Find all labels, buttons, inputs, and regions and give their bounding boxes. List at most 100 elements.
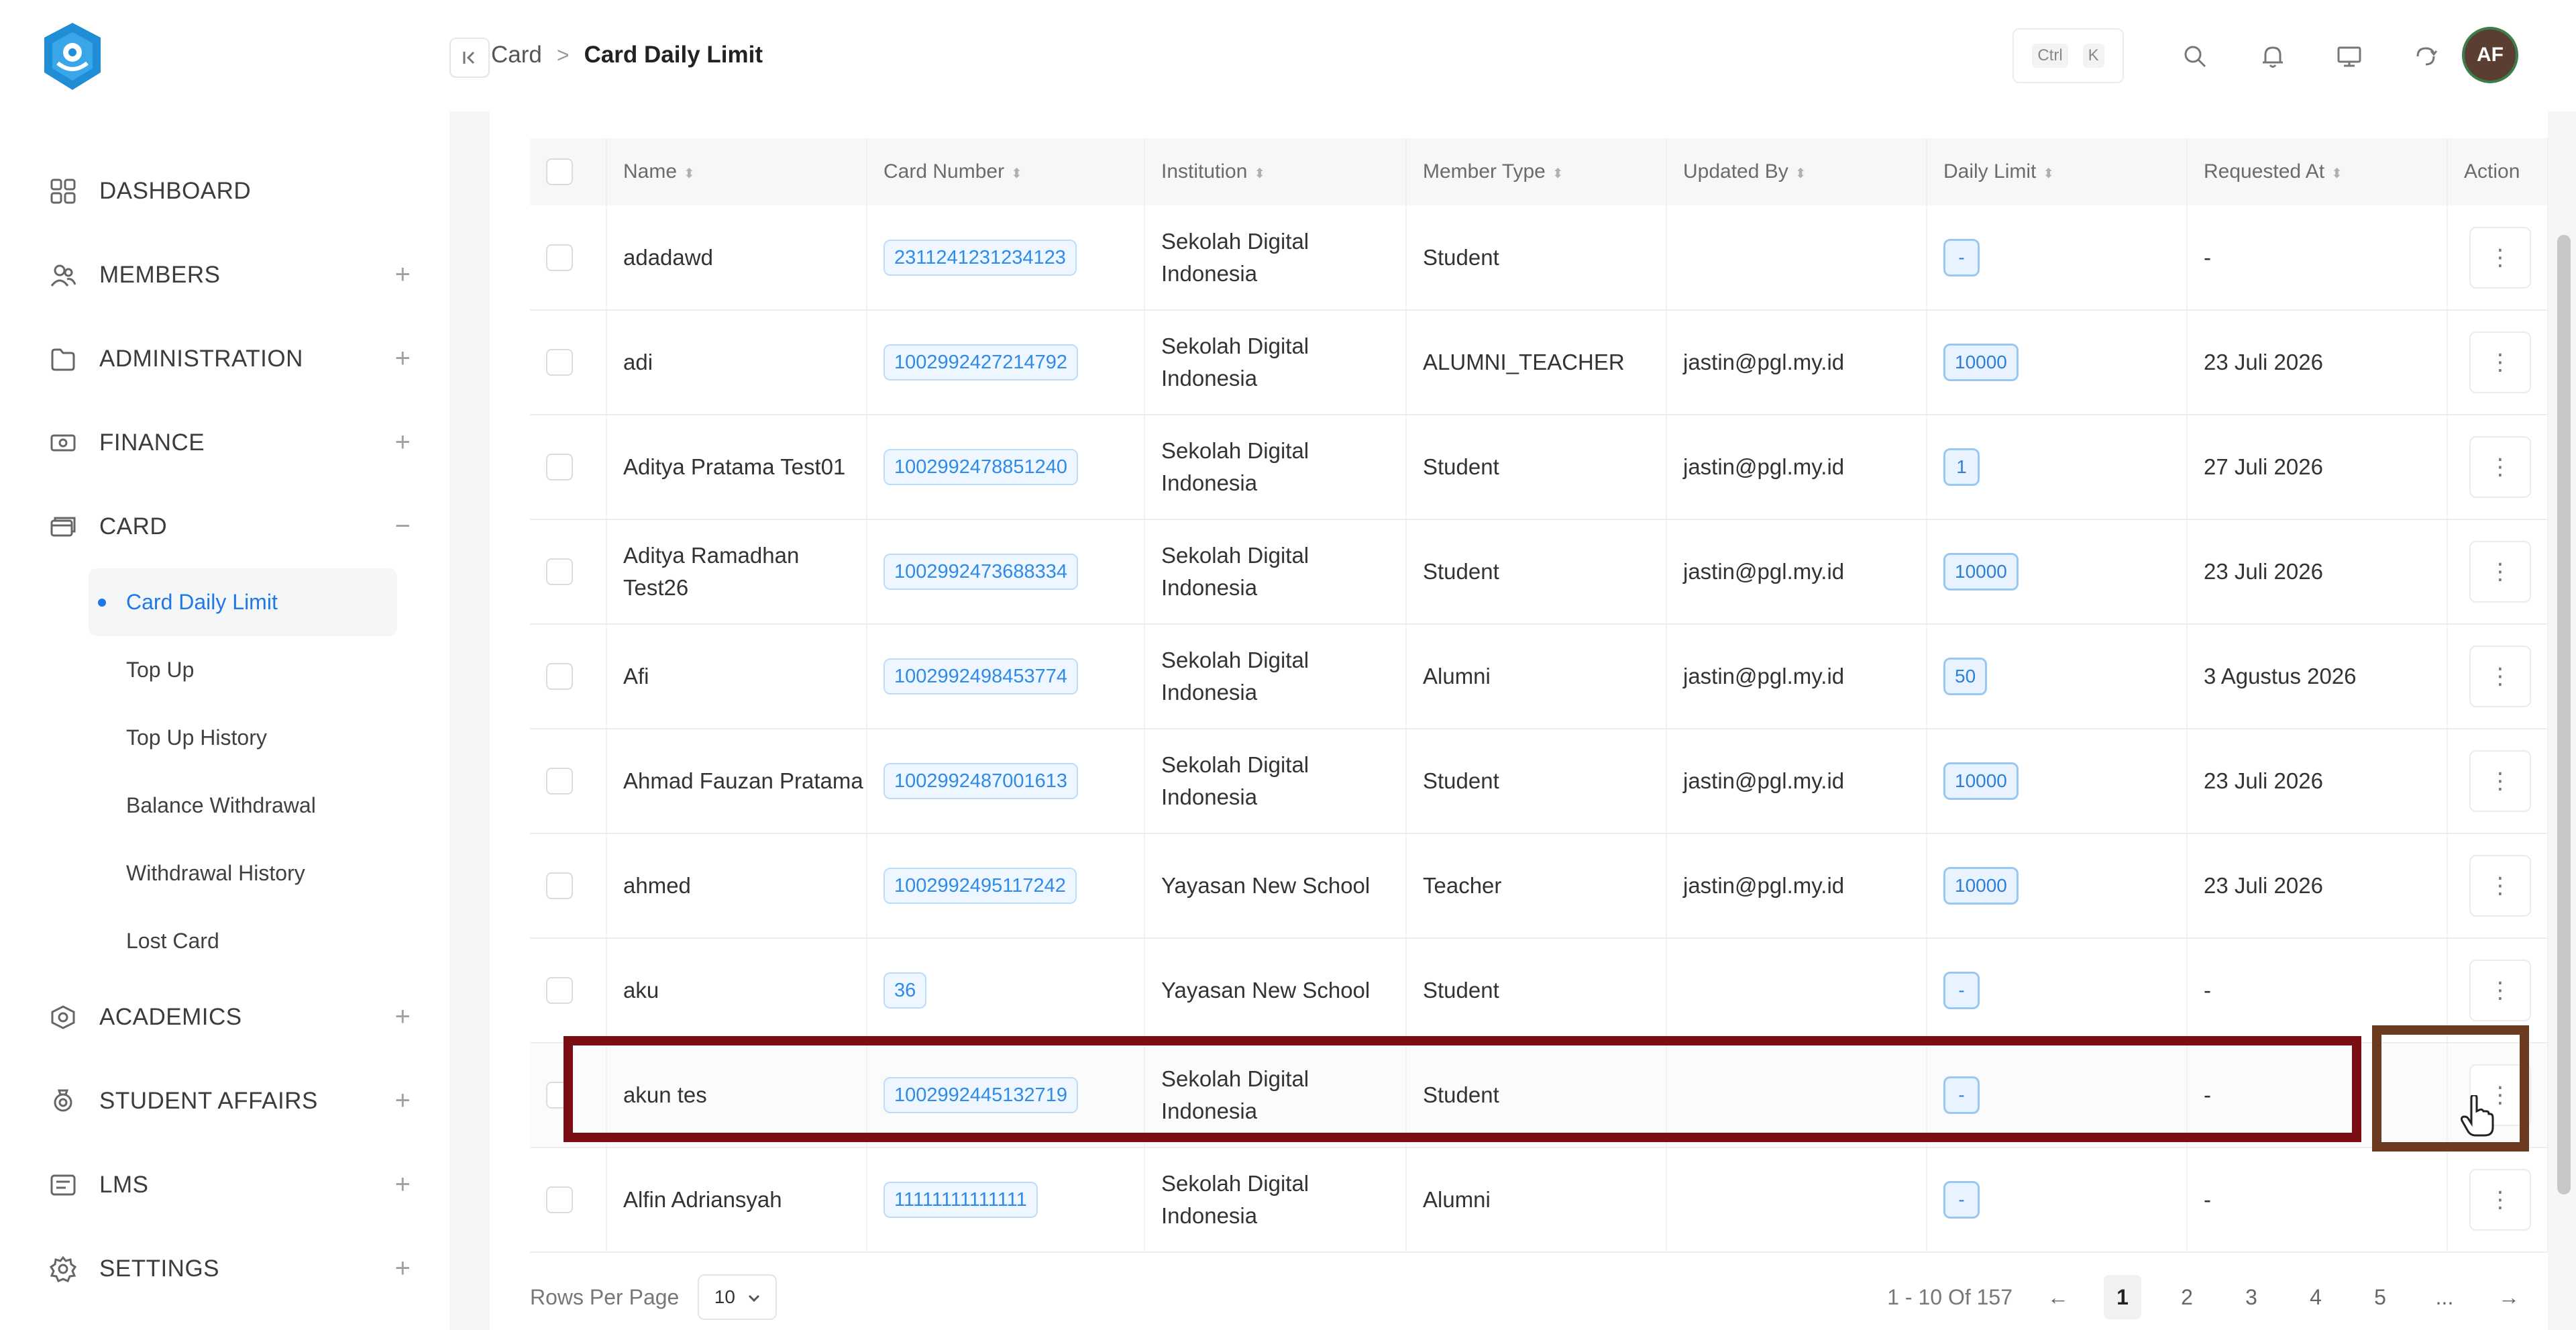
sort-icon[interactable]: ⬍ [684, 166, 695, 181]
sort-icon[interactable]: ⬍ [1254, 166, 1265, 181]
command-search-shortcut[interactable]: Ctrl K [2012, 28, 2124, 83]
col-institution[interactable]: Institution ⬍ [1144, 138, 1407, 205]
row-action-menu-button[interactable]: ⋮ [2469, 960, 2531, 1021]
sidebar-subitem-card-daily-limit[interactable]: Card Daily Limit [89, 568, 397, 636]
row-checkbox[interactable] [546, 244, 573, 271]
row-action-menu-button[interactable]: ⋮ [2469, 646, 2531, 707]
vertical-scrollbar[interactable] [2557, 235, 2571, 1194]
sidebar-subitem-top-up-history[interactable]: Top Up History [48, 704, 411, 772]
select-all-checkbox[interactable] [546, 158, 573, 185]
sidebar-item-administration[interactable]: ADMINISTRATION + [48, 317, 411, 401]
collapse-sidebar-button[interactable] [449, 38, 490, 78]
col-name[interactable]: Name ⬍ [606, 138, 867, 205]
table-row[interactable]: adadawd 2311241231234123 Sekolah Digital I… [530, 205, 2548, 311]
page-4-button[interactable]: 4 [2297, 1275, 2334, 1319]
bell-icon[interactable] [2253, 36, 2293, 76]
col-updated-by[interactable]: Updated By ⬍ [1666, 138, 1927, 205]
row-checkbox[interactable] [546, 454, 573, 480]
row-action-menu-button[interactable]: ⋮ [2469, 855, 2531, 917]
page-2-button[interactable]: 2 [2168, 1275, 2206, 1319]
row-select-cell[interactable] [530, 310, 607, 415]
row-select-cell[interactable] [530, 624, 607, 729]
table-row[interactable]: Ahmad Fauzan Pratama 1002992487001613 Seko… [530, 729, 2548, 834]
col-card-number[interactable]: Card Number ⬍ [867, 138, 1145, 205]
sidebar-subitem-top-up[interactable]: Top Up [48, 636, 411, 704]
sort-icon[interactable]: ⬍ [2331, 166, 2343, 181]
row-action-menu-button[interactable]: ⋮ [2469, 436, 2531, 498]
expand-plus-icon[interactable]: + [395, 427, 411, 458]
prev-page-button[interactable]: ← [2039, 1275, 2077, 1319]
table-row[interactable]: aku 36 Yayasan New School Student - - ⋮ [530, 938, 2548, 1043]
row-select-cell[interactable] [530, 205, 607, 311]
row-select-cell[interactable] [530, 519, 607, 625]
sort-icon[interactable]: ⬍ [1795, 166, 1807, 181]
cell-card-number: 1002992427214792 [867, 310, 1145, 415]
cell-name: adadawd [606, 205, 867, 311]
cell-institution: Yayasan New School [1144, 833, 1407, 939]
table-row[interactable]: ahmed 1002992495117242 Yayasan New School T… [530, 833, 2548, 939]
cell-member-type: Student [1406, 205, 1667, 311]
sort-icon[interactable]: ⬍ [2043, 166, 2054, 181]
sidebar-item-card[interactable]: CARD − [48, 484, 411, 568]
page-5-button[interactable]: 5 [2361, 1275, 2399, 1319]
collapse-minus-icon[interactable]: − [395, 511, 411, 542]
avatar[interactable]: AF [2462, 27, 2518, 83]
col-requested-at[interactable]: Requested At ⬍ [2187, 138, 2448, 205]
sidebar-item-lms[interactable]: LMS + [48, 1143, 411, 1227]
row-action-menu-button[interactable]: ⋮ [2469, 541, 2531, 603]
app-logo[interactable] [39, 20, 106, 94]
row-checkbox[interactable] [546, 1186, 573, 1213]
expand-plus-icon[interactable]: + [395, 1086, 411, 1116]
sidebar-item-academics[interactable]: ACADEMICS + [48, 975, 411, 1059]
page-1-button[interactable]: 1 [2104, 1275, 2141, 1319]
expand-plus-icon[interactable]: + [395, 260, 411, 290]
row-select-cell[interactable] [530, 833, 607, 939]
row-action-menu-button[interactable]: ⋮ [2469, 750, 2531, 812]
rows-per-page-select[interactable]: 10 [698, 1274, 777, 1320]
sort-icon[interactable]: ⬍ [1552, 166, 1564, 181]
cell-card-number: 1002992498453774 [867, 624, 1145, 729]
sync-icon[interactable] [2406, 36, 2446, 76]
row-select-cell[interactable] [530, 938, 607, 1043]
row-checkbox[interactable] [546, 349, 573, 376]
row-checkbox[interactable] [546, 663, 573, 690]
row-select-cell[interactable] [530, 415, 607, 520]
col-daily-limit[interactable]: Daily Limit ⬍ [1927, 138, 2188, 205]
row-checkbox[interactable] [546, 872, 573, 899]
table-row[interactable]: Aditya Pratama Test01 1002992478851240 Sek… [530, 415, 2548, 520]
row-checkbox[interactable] [546, 558, 573, 585]
row-checkbox[interactable] [546, 768, 573, 795]
sidebar-item-finance[interactable]: FINANCE + [48, 401, 411, 484]
row-select-cell[interactable] [530, 729, 607, 834]
col-member-type[interactable]: Member Type ⬍ [1406, 138, 1667, 205]
sidebar-item-dashboard[interactable]: DASHBOARD [48, 149, 411, 233]
expand-plus-icon[interactable]: + [395, 1002, 411, 1032]
sidebar-subitem-withdrawal-history[interactable]: Withdrawal History [48, 839, 411, 907]
sort-icon[interactable]: ⬍ [1011, 166, 1022, 181]
expand-plus-icon[interactable]: + [395, 344, 411, 374]
row-checkbox[interactable] [546, 977, 573, 1004]
breadcrumb-card-link[interactable]: Card [491, 42, 542, 68]
search-icon[interactable] [2175, 36, 2215, 76]
sidebar-item-student-affairs[interactable]: STUDENT AFFAIRS + [48, 1059, 411, 1143]
sidebar-subitem-lost-card[interactable]: Lost Card [48, 907, 411, 975]
next-page-button[interactable]: → [2490, 1275, 2528, 1319]
row-action-menu-button[interactable]: ⋮ [2469, 331, 2531, 393]
row-action-menu-button[interactable]: ⋮ [2469, 226, 2531, 289]
table-row[interactable]: adi 1002992427214792 Sekolah Digital Indon… [530, 310, 2548, 415]
row-select-cell[interactable] [530, 1147, 607, 1253]
expand-plus-icon[interactable]: + [395, 1170, 411, 1200]
table-row[interactable]: Alfin Adriansyah 11111111111111 Sekolah Di… [530, 1147, 2548, 1253]
row-action-menu-button[interactable]: ⋮ [2469, 1169, 2531, 1231]
sidebar-item-members[interactable]: MEMBERS + [48, 233, 411, 317]
sidebar-item-settings[interactable]: SETTINGS + [48, 1227, 411, 1311]
table-row[interactable]: Aditya Ramadhan Test26 1002992473688334 Se… [530, 519, 2548, 625]
page-3-button[interactable]: 3 [2233, 1275, 2270, 1319]
table-row[interactable]: Afi 1002992498453774 Sekolah Digital Indon… [530, 624, 2548, 729]
sidebar-subitem-balance-withdrawal[interactable]: Balance Withdrawal [48, 772, 411, 839]
select-all-header[interactable] [530, 138, 607, 205]
monitor-icon[interactable] [2329, 36, 2369, 76]
expand-plus-icon[interactable]: + [395, 1254, 411, 1284]
cell-card-number: 2311241231234123 [867, 205, 1145, 311]
cell-requested-at: 23 Juli 2026 [2187, 833, 2448, 939]
